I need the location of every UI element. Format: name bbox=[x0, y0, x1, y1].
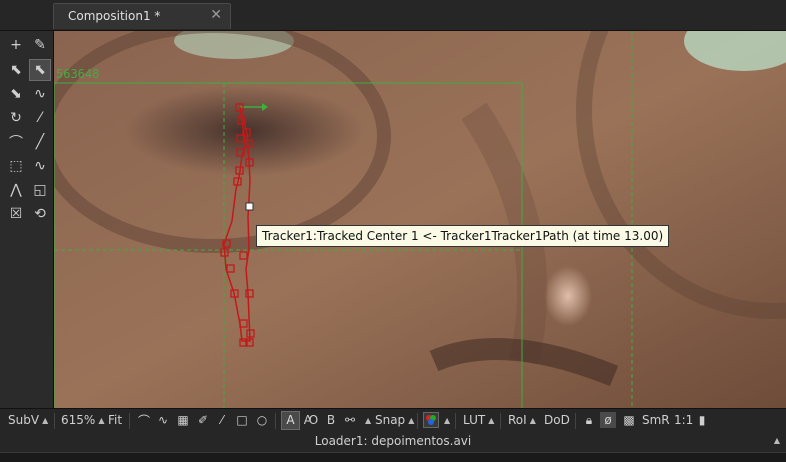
wand-icon[interactable]: ⁄ bbox=[214, 412, 230, 428]
grid-icon[interactable]: ▦ bbox=[175, 412, 191, 428]
coordinate-readout: 563648 bbox=[56, 67, 100, 81]
tracked-center-handle[interactable] bbox=[245, 202, 254, 211]
rotate-icon[interactable]: ↻ bbox=[5, 107, 27, 129]
magic-wand-icon[interactable]: ⁄ bbox=[29, 107, 51, 129]
add-point-icon[interactable]: + bbox=[5, 34, 27, 56]
close-icon[interactable]: ✕ bbox=[210, 7, 222, 23]
smr-button[interactable]: SmR bbox=[642, 413, 670, 427]
subview-dropdown[interactable]: SubV ▲ bbox=[8, 413, 48, 427]
reverse-icon[interactable]: ⟲ bbox=[29, 203, 51, 225]
nose-highlight bbox=[544, 266, 592, 326]
zoom-dropdown[interactable]: 615% ▲ bbox=[61, 413, 104, 427]
no-proxy-icon[interactable]: ø bbox=[600, 412, 616, 428]
viewer-toolbar: SubV ▲ 615% ▲ Fit ⌒ ∿ ▦ ✐ ⁄ □ ○ A Ꜵ B ⚯ ▲ … bbox=[0, 408, 786, 433]
face-image bbox=[54, 31, 786, 408]
separator bbox=[575, 413, 576, 429]
pen-draw-icon[interactable]: ✎ bbox=[29, 34, 51, 56]
zoom-label: 615% bbox=[61, 413, 96, 427]
ratio-button[interactable]: 1:1 bbox=[674, 413, 693, 427]
status-bar: Loader1: depoimentos.avi ▲ bbox=[0, 432, 786, 452]
transform-box-icon[interactable]: ◱ bbox=[29, 179, 51, 201]
fit-button[interactable]: Fit bbox=[108, 413, 122, 427]
caret-up-icon: ▲ bbox=[529, 416, 536, 425]
tab-bar: Composition1 * ✕ bbox=[0, 0, 786, 31]
separator bbox=[129, 413, 130, 429]
roi-dropdown[interactable]: RoI ▲ bbox=[508, 413, 536, 427]
paint-icon[interactable]: ✐ bbox=[195, 412, 211, 428]
dod-label: DoD bbox=[544, 413, 570, 427]
separator bbox=[275, 413, 276, 429]
bspline-tool-icon[interactable]: ∿ bbox=[155, 412, 171, 428]
tab-composition[interactable]: Composition1 * ✕ bbox=[53, 3, 231, 29]
dod-button[interactable]: DoD bbox=[544, 413, 570, 427]
lock-icon[interactable]: 🔒︎ bbox=[581, 412, 597, 428]
separator bbox=[500, 413, 501, 429]
polyline-tool-icon[interactable]: ⌒ bbox=[136, 412, 152, 428]
stereo-glasses-icon[interactable]: ⚯ bbox=[342, 412, 358, 428]
caret-up-icon: ▲ bbox=[98, 416, 105, 425]
a-button[interactable]: A bbox=[281, 411, 300, 430]
snap-label: Snap bbox=[374, 413, 406, 427]
channel-caret[interactable]: ▲ bbox=[441, 413, 450, 427]
select-add-icon[interactable]: ⬉ bbox=[5, 59, 27, 81]
caret-up-icon: ▲ bbox=[365, 416, 372, 425]
rectangle-icon[interactable]: □ bbox=[234, 412, 250, 428]
separator bbox=[455, 413, 456, 429]
select-arrow-icon[interactable]: ⬉ bbox=[29, 59, 51, 81]
ellipse-icon[interactable]: ○ bbox=[254, 412, 270, 428]
caret-up-icon[interactable]: ▲ bbox=[774, 436, 780, 445]
lut-dropdown[interactable]: LUT ▲ bbox=[463, 413, 494, 427]
caret-up-icon: ▲ bbox=[42, 416, 49, 425]
tooltip: Tracker1:Tracked Center 1 <- Tracker1Tra… bbox=[256, 225, 670, 247]
left-toolbar: + ✎ ⬉ ⬉ ⬊ ∿ ↻ ⁄ ⌒ ╱ ⬚ ∿ ⋀ ◱ ☒ ⟲ bbox=[0, 31, 54, 408]
fit-label: Fit bbox=[108, 413, 123, 427]
viewer-canvas bbox=[54, 31, 786, 408]
roi-label: RoI bbox=[508, 413, 527, 427]
separator bbox=[417, 413, 418, 429]
bezier-icon[interactable]: ⌒ bbox=[5, 131, 27, 153]
b-buffer-icon[interactable]: B bbox=[323, 412, 339, 428]
rgb-swatch-icon bbox=[426, 415, 436, 425]
levels-icon[interactable]: ▮ bbox=[694, 412, 710, 428]
separator bbox=[54, 413, 55, 429]
ratio-label: 1:1 bbox=[674, 413, 694, 427]
loader-status: Loader1: depoimentos.avi bbox=[314, 434, 472, 448]
caret-up-icon: ▲ bbox=[488, 416, 495, 425]
caret-up-icon: ▲ bbox=[408, 416, 415, 425]
bspline-icon[interactable]: ∿ bbox=[29, 155, 51, 177]
close-shape-icon[interactable]: ☒ bbox=[5, 203, 27, 225]
snap-dropdown[interactable]: ▲ Snap ▲ bbox=[362, 413, 414, 427]
lut-label: LUT bbox=[463, 413, 486, 427]
color-channel-icon[interactable] bbox=[423, 412, 439, 428]
smooth-spline-icon[interactable]: ∿ bbox=[29, 83, 51, 105]
line-icon[interactable]: ╱ bbox=[29, 131, 51, 153]
rect-select-icon[interactable]: ⬚ bbox=[5, 155, 27, 177]
smr-label: SmR bbox=[642, 413, 670, 427]
ab-compare-icon[interactable]: Ꜵ bbox=[303, 412, 319, 428]
polyline-icon[interactable]: ⋀ bbox=[5, 179, 27, 201]
tab-label: Composition1 * bbox=[68, 9, 161, 23]
subview-label: SubV bbox=[8, 413, 40, 427]
delete-point-icon[interactable]: ⬊ bbox=[5, 83, 27, 105]
checker-icon[interactable]: ▩ bbox=[621, 412, 637, 428]
caret-up-icon: ▲ bbox=[444, 416, 451, 425]
viewer[interactable]: 563648 Tracker1:Tracked Center 1 <- Trac… bbox=[54, 31, 786, 408]
